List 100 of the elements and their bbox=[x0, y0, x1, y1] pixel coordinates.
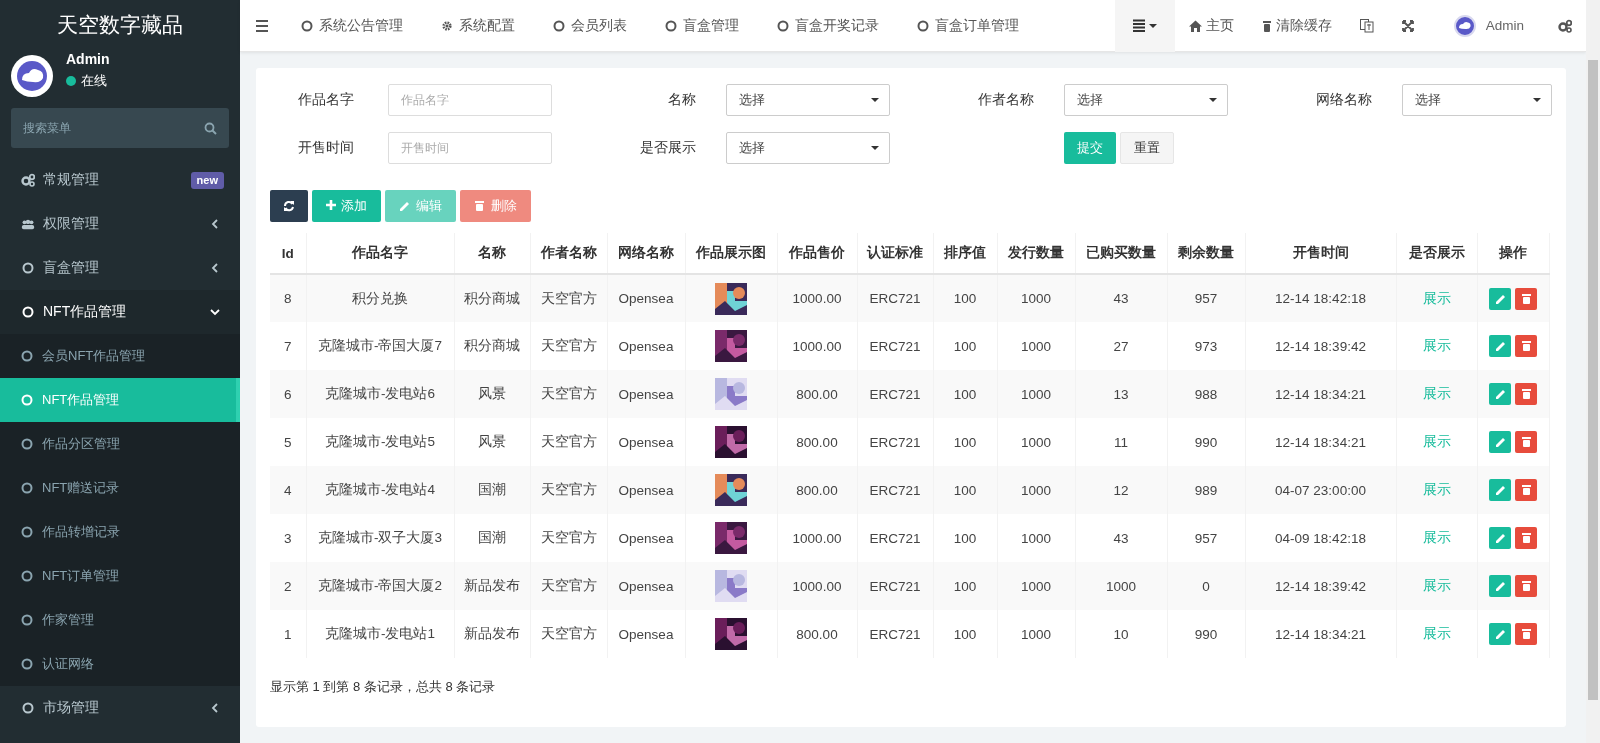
submenu-item[interactable]: 作家管理 bbox=[0, 598, 240, 642]
delete-button[interactable] bbox=[1515, 527, 1537, 549]
menu-item[interactable]: 权限管理 bbox=[0, 202, 240, 246]
pencil-icon bbox=[1494, 484, 1506, 496]
submenu-item[interactable]: NFT订单管理 bbox=[0, 554, 240, 598]
cell-text: 天空官方 bbox=[540, 386, 597, 401]
pencil-icon bbox=[399, 200, 411, 212]
cell-text: 积分兑换 bbox=[352, 290, 408, 306]
cell-text: 1000 bbox=[1020, 291, 1051, 306]
select-field[interactable]: 选择 bbox=[726, 84, 890, 116]
cell-text: Opensea bbox=[618, 626, 674, 642]
submenu-item[interactable]: 作品分区管理 bbox=[0, 422, 240, 466]
cell-text: 1000 bbox=[1020, 386, 1051, 402]
refresh-button[interactable] bbox=[270, 190, 308, 222]
nav-tab[interactable]: 盲盒管理 bbox=[646, 0, 758, 52]
home-link[interactable]: 主页 bbox=[1174, 0, 1248, 52]
cell-text: 新品发布 bbox=[464, 578, 520, 593]
cell-text: 1000.00 bbox=[792, 578, 842, 594]
select-field[interactable]: 选择 bbox=[1064, 84, 1228, 116]
cell-text: 100 bbox=[953, 386, 977, 402]
circle-icon bbox=[777, 19, 789, 32]
cell-text: 43 bbox=[1113, 291, 1129, 306]
select-field[interactable]: 选择 bbox=[1402, 84, 1552, 116]
scrollbar[interactable] bbox=[1586, 0, 1600, 743]
cell-text: Opensea bbox=[618, 338, 674, 354]
edit-button[interactable] bbox=[1489, 479, 1511, 501]
trash-icon bbox=[1520, 580, 1532, 592]
cell-text: 100 bbox=[953, 482, 977, 498]
submenu-item[interactable]: NFT赠送记录 bbox=[0, 466, 240, 510]
input-field[interactable]: 作品名字 bbox=[388, 84, 552, 116]
edit-button[interactable] bbox=[1489, 527, 1511, 549]
nav-tab[interactable]: 会员列表 bbox=[534, 0, 646, 52]
delete-button[interactable] bbox=[1515, 383, 1537, 405]
edit-button[interactable] bbox=[1489, 575, 1511, 597]
delete-button[interactable] bbox=[1515, 623, 1537, 645]
cell-text: ERC721 bbox=[869, 530, 921, 546]
search-icon bbox=[204, 122, 217, 135]
delete-button[interactable] bbox=[1515, 287, 1537, 310]
input-field[interactable]: 开售时间 bbox=[388, 132, 552, 164]
cell-text: 800.00 bbox=[796, 626, 838, 642]
cell-text: 天空官方 bbox=[540, 530, 597, 545]
cell-text: Opensea bbox=[618, 434, 674, 450]
reset-button[interactable]: 重置 bbox=[1120, 132, 1174, 164]
cell-text: 克隆城市-发电站6 bbox=[325, 386, 435, 401]
cell-text: 克隆城市-发电站5 bbox=[325, 434, 435, 449]
delete-button[interactable] bbox=[1515, 335, 1537, 357]
list-menu-button[interactable] bbox=[1114, 0, 1175, 52]
menu-item[interactable]: 盲盒管理 bbox=[0, 246, 240, 290]
cell-text: 8 bbox=[284, 291, 292, 306]
new-badge: new bbox=[190, 171, 224, 189]
cell-text: 1000 bbox=[1020, 338, 1051, 354]
cell-text: 12-14 18:34:21 bbox=[1275, 626, 1366, 642]
cell-text: Opensea bbox=[618, 530, 674, 546]
nav-tab[interactable]: 系统配置 bbox=[422, 0, 534, 52]
edit-button[interactable] bbox=[1489, 335, 1511, 357]
edit-button[interactable] bbox=[1489, 431, 1511, 453]
cell-text: 973 bbox=[1194, 338, 1218, 354]
select-field[interactable]: 选择 bbox=[726, 132, 890, 164]
menu-item[interactable]: 市场管理 bbox=[0, 686, 240, 730]
delete-button[interactable] bbox=[1515, 479, 1537, 501]
pencil-icon bbox=[1494, 580, 1506, 592]
submenu-item[interactable]: 会员NFT作品管理 bbox=[0, 334, 240, 378]
nav-tab[interactable]: 盲盒开奖记录 bbox=[758, 0, 898, 52]
cell-text: Opensea bbox=[618, 386, 674, 402]
cell-text: 1000 bbox=[1105, 578, 1136, 594]
field-label: 名称 bbox=[667, 91, 697, 109]
circle-icon bbox=[21, 570, 33, 582]
delete-button[interactable] bbox=[1515, 431, 1537, 453]
edit-button[interactable] bbox=[1489, 383, 1511, 405]
caret-icon bbox=[1533, 98, 1541, 102]
cell-text: 5 bbox=[284, 434, 292, 450]
pencil-icon bbox=[1494, 388, 1506, 400]
translate-icon bbox=[1359, 18, 1374, 33]
nav-tab[interactable]: 系统公告管理 bbox=[282, 0, 422, 52]
cell-text: 3 bbox=[284, 530, 292, 546]
nav-tab[interactable]: 盲盒订单管理 bbox=[898, 0, 1038, 52]
edit-button[interactable] bbox=[1489, 623, 1511, 645]
cell-text: 100 bbox=[953, 338, 977, 354]
settings-icon bbox=[1558, 18, 1572, 33]
submenu-item[interactable]: 认证网络 bbox=[0, 642, 240, 686]
search-field[interactable]: 搜索菜单 bbox=[11, 108, 229, 148]
submenu-item[interactable]: 作品转增记录 bbox=[0, 510, 240, 554]
menu-item[interactable]: 常规管理 new bbox=[0, 158, 240, 202]
list-icon bbox=[1132, 19, 1145, 32]
cell-text: 800.00 bbox=[796, 482, 838, 498]
delete-button[interactable] bbox=[1515, 575, 1537, 597]
cell-text: ERC721 bbox=[869, 626, 921, 642]
cell-text: 4 bbox=[284, 482, 292, 498]
user-menu[interactable]: Admin bbox=[1427, 0, 1544, 52]
pencil-icon bbox=[1494, 628, 1506, 640]
edit-button[interactable] bbox=[1489, 287, 1511, 310]
circle-icon bbox=[917, 19, 929, 32]
clear-cache-link[interactable]: 清除缓存 bbox=[1247, 0, 1346, 52]
cell-text: 100 bbox=[953, 434, 977, 450]
cell-text: 957 bbox=[1194, 530, 1218, 546]
cell-text: 800.00 bbox=[796, 434, 838, 450]
cell-text: 天空官方 bbox=[540, 578, 597, 593]
cell-text: 800.00 bbox=[796, 386, 838, 402]
menu-item[interactable]: NFT作品管理 bbox=[0, 290, 240, 334]
cell-text: 10 bbox=[1113, 626, 1129, 642]
